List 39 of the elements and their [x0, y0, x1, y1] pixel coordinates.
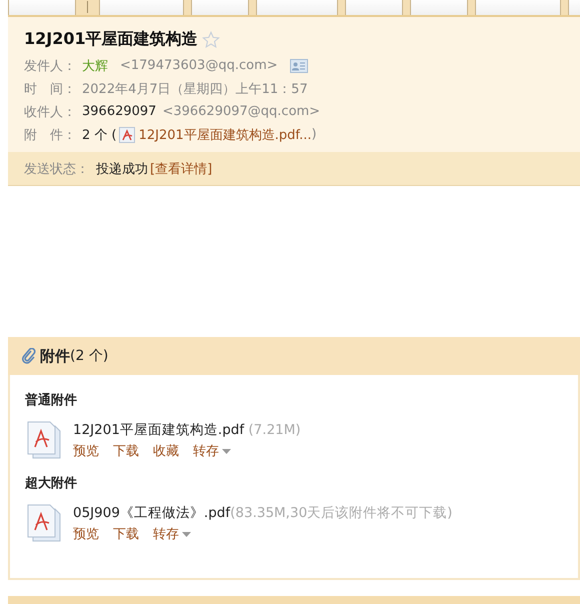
recipient-name: 396629097 [82, 104, 156, 119]
caret-icon [182, 532, 191, 536]
star-icon[interactable] [202, 30, 220, 48]
file-size: (7.21M) [247, 422, 301, 438]
delivery-status: 投递成功 [96, 160, 148, 178]
file-action-link[interactable]: 预览 [73, 442, 99, 460]
field-label: 附 件： [24, 126, 77, 144]
pdf-file-icon [27, 504, 61, 542]
attachments-title: 附件 [40, 346, 70, 366]
paperclip-icon [22, 348, 36, 364]
contact-card-icon[interactable] [290, 58, 308, 72]
attachments-count: (2 个) [70, 347, 108, 365]
recipient-address: <396629097@qq.com> [162, 104, 320, 119]
attachment-count: 2 个 ( [82, 126, 117, 144]
closing-paren: ) [311, 127, 317, 142]
sent-time: 2022年4月7日（星期四）上午11：57 [82, 80, 308, 98]
attachment-link[interactable]: 12J201平屋面建筑构造.pdf... [138, 126, 312, 144]
file-action-link[interactable]: 预览 [73, 525, 99, 543]
status-label: 发送状态： [24, 160, 90, 178]
caret-icon [222, 448, 231, 454]
field-label: 发件人： [24, 58, 77, 74]
file-name: 05J909《工程做法》.pdf [73, 505, 230, 521]
file-name: 12J201平屋面建筑构造.pdf [73, 422, 244, 438]
mail-subject: 12J201平屋面建筑构造 [24, 29, 198, 50]
save-to-menu[interactable]: 转存 [153, 525, 191, 543]
pdf-icon [118, 126, 135, 142]
file-size: (83.35M,30天后该附件将不可下载) [230, 505, 452, 521]
group-title: 超大附件 [25, 475, 78, 492]
details-link[interactable]: [查看详情] [150, 160, 212, 178]
file-action-link[interactable]: 下载 [113, 442, 139, 460]
save-to-menu[interactable]: 转存 [193, 442, 231, 460]
file-action-link[interactable]: 下载 [113, 525, 139, 543]
sender-address: <179473603@qq.com> [120, 58, 278, 73]
field-label: 收件人： [24, 104, 77, 120]
field-label: 时 间： [24, 80, 77, 98]
pdf-file-icon [27, 421, 61, 459]
sender-name[interactable]: 大辉 [82, 56, 108, 74]
group-title: 普通附件 [25, 392, 78, 409]
file-action-link[interactable]: 收藏 [153, 442, 179, 460]
